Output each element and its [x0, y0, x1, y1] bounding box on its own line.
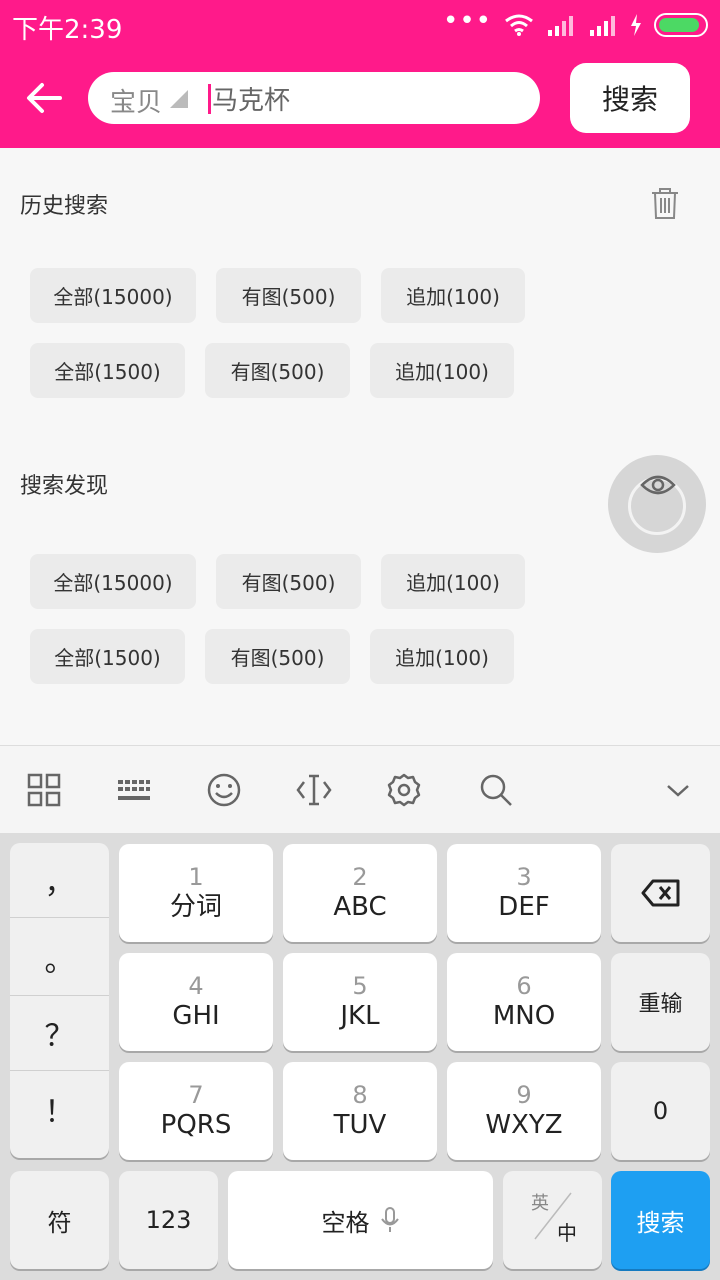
backspace-key[interactable]: [611, 844, 710, 942]
back-arrow-icon[interactable]: [24, 78, 64, 118]
key-0[interactable]: 0: [611, 1062, 710, 1160]
key-number: 4: [188, 972, 204, 1000]
floating-eye-button[interactable]: [608, 455, 706, 553]
search-button[interactable]: 搜索: [570, 63, 690, 133]
grid-icon[interactable]: [26, 772, 62, 808]
eye-icon: [640, 475, 676, 495]
search-icon[interactable]: [478, 772, 514, 808]
history-title: 历史搜索: [20, 194, 109, 219]
key-8[interactable]: 8 TUV: [283, 1062, 437, 1160]
lang-zh-label: 中: [557, 1221, 577, 1245]
status-time: 下午2:39: [12, 15, 123, 45]
discover-tag[interactable]: 追加(100): [381, 554, 525, 609]
wifi-icon: [505, 14, 533, 36]
history-tag[interactable]: 追加(100): [370, 343, 514, 398]
key-2[interactable]: 2 ABC: [283, 844, 437, 942]
search-box[interactable]: 宝贝: [88, 72, 540, 124]
reenter-key[interactable]: 重输: [611, 953, 710, 1051]
chevron-down-icon[interactable]: [660, 772, 696, 808]
space-label: 空格: [321, 1208, 370, 1237]
key-number: 2: [352, 863, 368, 891]
more-dots-icon: •••: [442, 6, 492, 36]
punct-comma-key[interactable]: ，: [10, 843, 109, 918]
history-tag[interactable]: 全部(15000): [30, 268, 196, 323]
language-switch: 英 中: [503, 1171, 602, 1269]
keyboard-toolbar: [0, 745, 720, 833]
t9-keyboard: ， 。 ？ ！ 1 分词 2 ABC 3 DEF 4 GHI 5 JKL 6 M…: [0, 833, 720, 1280]
status-bar: 下午2:39 •••: [0, 0, 720, 50]
microphone-icon: [380, 1207, 399, 1232]
search-scope-label[interactable]: 宝贝: [110, 82, 162, 119]
cursor-icon[interactable]: [296, 772, 332, 808]
key-letters: 分词: [169, 892, 222, 922]
search-input[interactable]: [212, 78, 522, 118]
key-letters: GHI: [172, 1001, 220, 1031]
key-3[interactable]: 3 DEF: [447, 844, 601, 942]
history-tag[interactable]: 追加(100): [381, 268, 525, 323]
scope-dropdown-icon[interactable]: [168, 88, 188, 108]
keyboard-icon[interactable]: [116, 772, 152, 808]
key-number: 7: [188, 1081, 204, 1109]
key-9[interactable]: 9 WXYZ: [447, 1062, 601, 1160]
history-tag[interactable]: 有图(500): [205, 343, 350, 398]
key-letters: TUV: [333, 1110, 387, 1140]
punctuation-column: ， 。 ？ ！: [10, 843, 109, 1158]
top-bar: 下午2:39 ••• 宝贝 马克杯 搜索: [0, 0, 720, 148]
settings-icon[interactable]: [386, 772, 422, 808]
key-letters: PQRS: [160, 1110, 232, 1140]
key-letters: DEF: [498, 892, 550, 922]
signal-icon: [548, 16, 573, 36]
discover-tag[interactable]: 全部(1500): [30, 629, 185, 684]
key-letters: JKL: [340, 1001, 380, 1031]
key-letters: WXYZ: [485, 1110, 563, 1140]
key-letters: ABC: [333, 892, 387, 922]
key-7[interactable]: 7 PQRS: [119, 1062, 273, 1160]
trash-icon[interactable]: [648, 186, 682, 220]
key-1[interactable]: 1 分词: [119, 844, 273, 942]
discover-title: 搜索发现: [20, 474, 109, 499]
keyboard-search-key[interactable]: 搜索: [611, 1171, 710, 1269]
key-letters: MNO: [492, 1001, 556, 1031]
charging-icon: [631, 14, 641, 36]
key-5[interactable]: 5 JKL: [283, 953, 437, 1051]
punct-question-key[interactable]: ？: [10, 996, 109, 1071]
history-tag[interactable]: 有图(500): [216, 268, 361, 323]
signal-icon-2: [590, 16, 615, 36]
key-number: 6: [516, 972, 532, 1000]
key-number: 1: [188, 863, 204, 891]
key-number: 9: [516, 1081, 532, 1109]
key-number: 3: [516, 863, 532, 891]
key-6[interactable]: 6 MNO: [447, 953, 601, 1051]
battery-icon: [654, 13, 708, 37]
punct-exclaim-key[interactable]: ！: [10, 1071, 109, 1146]
key-number: 5: [352, 972, 368, 1000]
discover-tag[interactable]: 有图(500): [216, 554, 361, 609]
language-switch-key[interactable]: 英 中: [503, 1171, 602, 1269]
punct-period-key[interactable]: 。: [10, 921, 109, 996]
discover-tag[interactable]: 全部(15000): [30, 554, 196, 609]
history-tag[interactable]: 全部(1500): [30, 343, 185, 398]
status-icons: •••: [442, 6, 708, 40]
emoji-icon[interactable]: [206, 772, 242, 808]
key-number: 8: [352, 1081, 368, 1109]
backspace-icon: [641, 879, 679, 907]
text-cursor: [208, 84, 211, 114]
discover-tag[interactable]: 有图(500): [205, 629, 350, 684]
space-key[interactable]: 空格: [228, 1171, 493, 1269]
discover-tag[interactable]: 追加(100): [370, 629, 514, 684]
symbols-key[interactable]: 符: [10, 1171, 109, 1269]
key-4[interactable]: 4 GHI: [119, 953, 273, 1051]
numbers-key[interactable]: 123: [119, 1171, 218, 1269]
